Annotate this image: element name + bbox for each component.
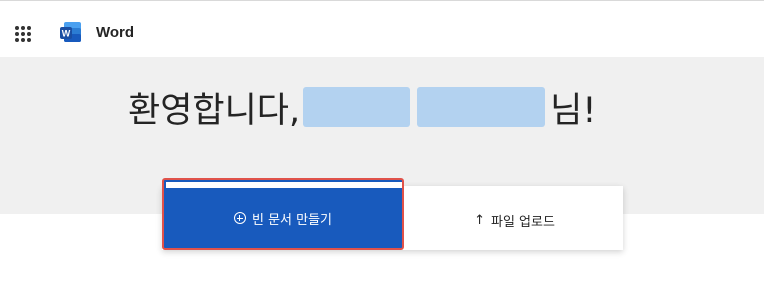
welcome-greeting: 환영합니다, 님! bbox=[128, 84, 597, 131]
app-name[interactable]: Word bbox=[96, 24, 134, 42]
redacted-first-name bbox=[303, 87, 411, 127]
svg-text:W: W bbox=[62, 29, 71, 39]
word-logo-icon[interactable]: W bbox=[59, 20, 83, 44]
redacted-last-name bbox=[417, 87, 546, 127]
upload-label: 파일 업로드 bbox=[490, 214, 555, 230]
plus-circle-icon bbox=[233, 212, 246, 224]
arrow-up-icon: ↑ bbox=[474, 212, 485, 228]
greeting-prefix: 환영합니다, bbox=[128, 90, 301, 131]
new-document-label: 빈 문서 만들기 bbox=[251, 212, 333, 228]
button-top-strip bbox=[166, 182, 402, 188]
greeting-suffix: 님! bbox=[550, 90, 597, 131]
app-launcher-icon[interactable] bbox=[15, 26, 31, 42]
new-blank-document-button[interactable]: 빈 문서 만들기 bbox=[162, 178, 404, 250]
app-header: W Word bbox=[0, 0, 764, 57]
upload-file-button[interactable]: ↑ 파일 업로드 bbox=[406, 190, 623, 250]
